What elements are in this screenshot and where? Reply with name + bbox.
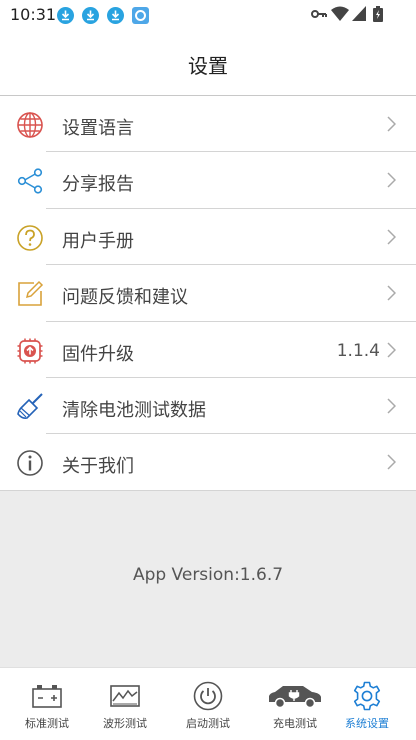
menu-item-label: 关于我们 xyxy=(62,456,134,478)
menu-item-label: 固件升级 xyxy=(62,343,134,365)
tab-label: 系统设置 xyxy=(345,717,389,730)
menu-item-label: 问题反馈和建议 xyxy=(62,287,188,309)
menu-item-about-us[interactable]: 关于我们 xyxy=(0,434,416,491)
menu-item-label: 清除电池测试数据 xyxy=(62,399,206,421)
app-version-text: App Version:1.6.7 xyxy=(132,565,284,585)
menu-item-user-manual[interactable]: 用户手册 xyxy=(0,208,416,266)
menu-item-language[interactable]: 设置语言 xyxy=(0,96,416,153)
header: 设置 xyxy=(0,28,416,96)
menu-item-share-report[interactable]: 分享报告 xyxy=(0,152,416,209)
chevron-right-icon xyxy=(387,454,396,470)
tab-label: 标准测试 xyxy=(25,717,69,730)
signal-icon xyxy=(352,6,366,21)
chevron-right-icon xyxy=(387,398,396,414)
page-title: 设置 xyxy=(188,54,228,78)
status-time: 10:31 xyxy=(10,5,57,24)
share-icon xyxy=(17,168,43,194)
version-area: App Version:1.6.7 xyxy=(0,491,416,667)
tab-waveform-test[interactable]: 波形测试 xyxy=(92,668,158,734)
tab-label: 启动测试 xyxy=(186,717,230,730)
car-charge-icon xyxy=(269,686,321,709)
tab-start-test[interactable]: 启动测试 xyxy=(175,668,241,734)
bottom-tab-bar: 标准测试 波形测试 启动测试 充电测试 系统设置 xyxy=(0,667,416,733)
settings-menu: 设置语言 分享报告 用户手册 问题反馈和建议 固件升级 1.1.4 清除电池测试… xyxy=(0,96,416,491)
help-icon xyxy=(17,224,43,251)
firmware-version-value: 1.1.4 xyxy=(336,340,380,361)
menu-item-clear-battery-data[interactable]: 清除电池测试数据 xyxy=(0,377,416,435)
bottom-strip xyxy=(0,733,416,740)
battery-test-icon xyxy=(32,685,62,708)
menu-item-label: 设置语言 xyxy=(62,118,134,139)
menu-item-label: 用户手册 xyxy=(62,230,134,252)
waveform-icon xyxy=(110,685,140,707)
app-icon xyxy=(132,7,149,24)
wifi-icon xyxy=(331,6,349,21)
tab-system-settings[interactable]: 系统设置 xyxy=(334,668,400,734)
edit-icon xyxy=(18,281,44,306)
tab-label: 充电测试 xyxy=(273,717,317,730)
firmware-upgrade-icon xyxy=(17,338,43,364)
chevron-right-icon xyxy=(387,172,396,188)
status-bar: 10:31 xyxy=(0,0,416,28)
battery-icon xyxy=(373,6,383,22)
tab-label: 波形测试 xyxy=(103,717,147,730)
gear-icon xyxy=(353,681,381,711)
download-icon xyxy=(57,7,74,24)
key-icon xyxy=(311,10,327,18)
menu-item-firmware-upgrade[interactable]: 固件升级 1.1.4 xyxy=(0,321,416,378)
globe-icon xyxy=(17,112,43,138)
download-icon xyxy=(82,7,99,24)
chevron-right-icon xyxy=(387,285,396,301)
info-icon xyxy=(17,450,43,477)
tab-standard-test[interactable]: 标准测试 xyxy=(14,668,80,734)
power-icon xyxy=(193,681,223,711)
chevron-right-icon xyxy=(387,229,396,245)
broom-icon xyxy=(17,393,43,419)
chevron-right-icon xyxy=(387,116,396,132)
menu-item-label: 分享报告 xyxy=(62,174,134,196)
menu-item-feedback[interactable]: 问题反馈和建议 xyxy=(0,265,416,322)
tab-charge-test[interactable]: 充电测试 xyxy=(262,668,328,734)
download-icon xyxy=(107,7,124,24)
chevron-right-icon xyxy=(387,342,396,358)
